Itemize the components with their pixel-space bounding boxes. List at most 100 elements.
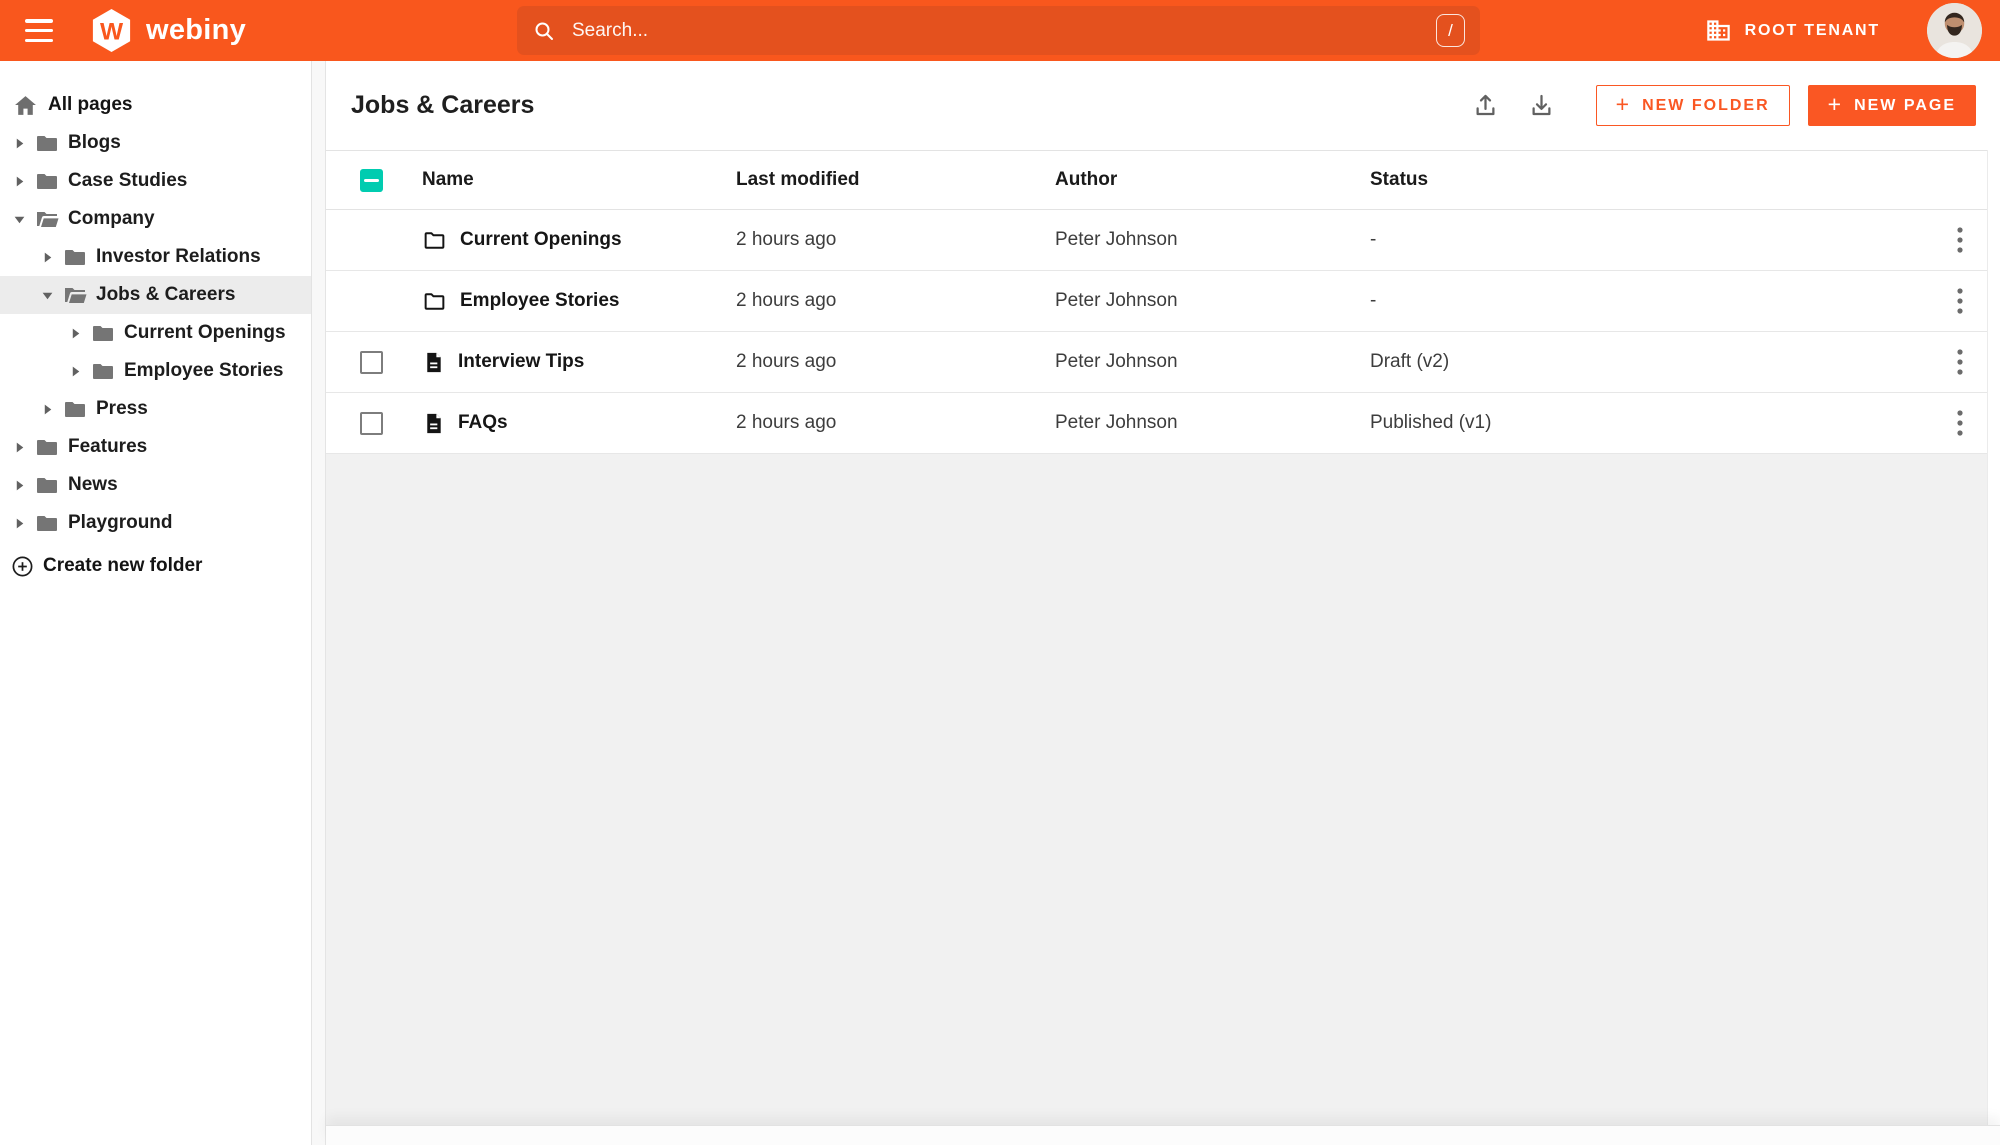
row-last-modified: 2 hours ago	[736, 412, 837, 433]
pages-table: Name Last modified Author Status Current…	[326, 150, 1987, 454]
new-folder-button[interactable]: + NEW FOLDER	[1595, 85, 1790, 126]
row-author: Peter Johnson	[1055, 351, 1178, 372]
sidebar-item-news[interactable]: News	[0, 466, 311, 504]
table-row-current-openings[interactable]: Current Openings 2 hours ago Peter Johnson…	[326, 210, 1987, 271]
column-header-name: Name	[422, 169, 474, 190]
new-page-button[interactable]: + NEW PAGE	[1807, 85, 1976, 126]
sidebar-scrollbar-track[interactable]	[312, 61, 326, 1145]
row-checkbox[interactable]	[360, 350, 383, 374]
row-name: Employee Stories	[460, 290, 620, 311]
sidebar-item-investor-relations[interactable]: Investor Relations	[0, 238, 311, 276]
row-name: Current Openings	[460, 229, 622, 250]
row-actions-kebab-icon[interactable]	[1943, 220, 1977, 260]
content-scrollbar-track[interactable]	[1987, 150, 2000, 1125]
collapse-caret[interactable]	[40, 288, 54, 302]
sidebar-item-employee-stories[interactable]: Employee Stories	[0, 352, 311, 390]
chevron-right-icon	[16, 442, 23, 452]
table-row-interview-tips[interactable]: Interview Tips 2 hours ago Peter Johnson Dr…	[326, 332, 1987, 393]
sidebar-item-label: Jobs & Careers	[96, 284, 236, 305]
expand-caret[interactable]	[12, 136, 26, 150]
horizontal-scrollbar-track[interactable]	[326, 1125, 2000, 1145]
sidebar-item-all-pages[interactable]: All pages	[0, 86, 311, 124]
expand-caret[interactable]	[12, 440, 26, 454]
collapse-caret[interactable]	[12, 212, 26, 226]
sidebar-item-company[interactable]: Company	[0, 200, 311, 238]
page-document-icon	[427, 352, 441, 372]
select-all-checkbox[interactable]	[360, 168, 383, 192]
chevron-right-icon	[16, 518, 23, 528]
brand-wordmark: webiny	[146, 14, 247, 46]
plus-circle-icon	[12, 556, 33, 576]
expand-caret[interactable]	[68, 364, 82, 378]
expand-caret[interactable]	[40, 250, 54, 264]
row-status: -	[1370, 229, 1377, 250]
export-download-button[interactable]	[1521, 85, 1563, 127]
tenant-selector[interactable]: ROOT TENANT	[1705, 0, 1880, 61]
plus-icon: +	[1615, 91, 1630, 117]
folder-tree-sidebar: All pages Blogs Case Studies Company Invest…	[0, 61, 312, 1145]
folder-tree: Blogs Case Studies Company Investor Relatio…	[0, 124, 311, 542]
webiny-logo[interactable]: W webiny	[88, 7, 246, 54]
row-last-modified: 2 hours ago	[736, 351, 837, 372]
svg-text:W: W	[100, 18, 124, 45]
folder-icon	[64, 250, 85, 265]
row-status: -	[1370, 290, 1377, 311]
hamburger-menu-icon[interactable]	[25, 19, 53, 42]
chevron-right-icon	[72, 328, 79, 338]
search-input[interactable]: Search... /	[517, 6, 1480, 55]
sidebar-item-label: Blogs	[68, 132, 121, 153]
kebab-menu-icon	[1957, 288, 1963, 314]
row-last-modified: 2 hours ago	[736, 290, 837, 311]
import-upload-button[interactable]	[1465, 85, 1507, 127]
sidebar-item-label: Current Openings	[124, 322, 286, 343]
sidebar-item-jobs-careers[interactable]: Jobs & Careers	[0, 276, 311, 314]
sidebar-item-current-openings[interactable]: Current Openings	[0, 314, 311, 352]
chevron-down-icon	[42, 292, 52, 299]
folder-icon	[92, 364, 113, 379]
row-status: Draft (v2)	[1370, 351, 1450, 372]
table-row-employee-stories[interactable]: Employee Stories 2 hours ago Peter Johnson…	[326, 271, 1987, 332]
expand-caret[interactable]	[40, 402, 54, 416]
plus-icon: +	[1827, 91, 1842, 117]
row-actions-kebab-icon[interactable]	[1943, 403, 1977, 443]
user-avatar[interactable]	[1927, 3, 1982, 58]
create-new-folder-button[interactable]: Create new folder	[0, 547, 311, 585]
sidebar-item-playground[interactable]: Playground	[0, 504, 311, 542]
sidebar-item-label: Employee Stories	[124, 360, 284, 381]
kebab-menu-icon	[1957, 227, 1963, 253]
chevron-right-icon	[16, 480, 23, 490]
row-actions-kebab-icon[interactable]	[1943, 342, 1977, 382]
row-author: Peter Johnson	[1055, 290, 1178, 311]
chevron-down-icon	[14, 216, 24, 223]
table-row-faqs[interactable]: FAQs 2 hours ago Peter Johnson Published (v…	[326, 393, 1987, 454]
chevron-right-icon	[44, 404, 51, 414]
header-actions: + NEW FOLDER + NEW PAGE	[1465, 61, 1976, 150]
page-list-panel: Jobs & Careers + NEW FOLDER + NEW PAGE N…	[326, 61, 2000, 1145]
expand-caret[interactable]	[12, 174, 26, 188]
top-app-bar: W webiny Search... / ROOT TENANT	[0, 0, 2000, 61]
sidebar-item-label: Company	[68, 208, 155, 229]
row-actions-kebab-icon[interactable]	[1943, 281, 1977, 321]
folder-icon	[64, 402, 85, 417]
row-name: Interview Tips	[458, 351, 585, 372]
row-author: Peter Johnson	[1055, 229, 1178, 250]
sidebar-item-features[interactable]: Features	[0, 428, 311, 466]
folder-icon	[36, 440, 57, 455]
sidebar-item-case-studies[interactable]: Case Studies	[0, 162, 311, 200]
table-body: Current Openings 2 hours ago Peter Johnson…	[326, 210, 1987, 454]
column-header-last-modified: Last modified	[736, 169, 860, 190]
sidebar-item-blogs[interactable]: Blogs	[0, 124, 311, 162]
sidebar-item-press[interactable]: Press	[0, 390, 311, 428]
expand-caret[interactable]	[12, 478, 26, 492]
tenant-label: ROOT TENANT	[1744, 21, 1880, 39]
expand-caret[interactable]	[68, 326, 82, 340]
row-checkbox[interactable]	[360, 411, 383, 435]
new-page-label: NEW PAGE	[1854, 96, 1956, 114]
building-icon	[1706, 20, 1730, 41]
sidebar-item-label: Playground	[68, 512, 173, 533]
folder-icon	[424, 292, 445, 310]
chevron-right-icon	[16, 176, 23, 186]
folder-icon	[36, 516, 57, 531]
new-folder-label: NEW FOLDER	[1642, 96, 1770, 114]
expand-caret[interactable]	[12, 516, 26, 530]
